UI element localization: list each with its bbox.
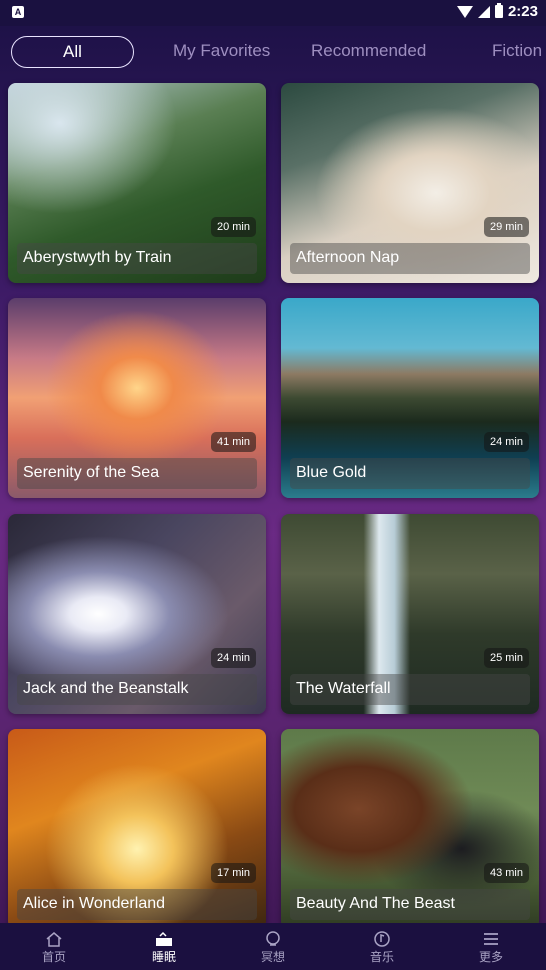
status-time: 2:23 (507, 3, 538, 20)
nav-label: 首页 (41, 950, 66, 964)
tab-fiction[interactable]: Fiction (492, 36, 542, 66)
story-card[interactable]: 17 min Alice in Wonderland (8, 729, 266, 929)
music-icon (374, 931, 390, 947)
duration-badge: 43 min (483, 863, 529, 883)
nav-sleep[interactable]: 睡眠 (124, 923, 204, 965)
duration-badge: 17 min (210, 863, 256, 883)
battery-icon (494, 3, 503, 18)
duration-badge: 24 min (483, 432, 529, 452)
duration-badge: 29 min (483, 217, 529, 237)
signal-icon (477, 5, 490, 18)
story-card[interactable]: 20 min Aberystwyth by Train (8, 83, 266, 283)
nav-music[interactable]: 音乐 (342, 923, 422, 965)
sleep-icon (156, 931, 172, 946)
story-card[interactable]: 24 min Blue Gold (281, 298, 539, 498)
story-card[interactable]: 24 min Jack and the Beanstalk (8, 514, 266, 714)
bottom-nav: 首页 睡眠 冥想 音乐 更多 (0, 923, 546, 970)
story-card[interactable]: 41 min Serenity of the Sea (8, 298, 266, 498)
nav-label: 冥想 (260, 950, 285, 964)
home-icon (46, 932, 62, 947)
tab-my-favorites[interactable]: My Favorites (173, 36, 270, 66)
card-title: Serenity of the Sea (23, 464, 160, 481)
card-title: Beauty And The Beast (296, 895, 455, 912)
nav-home[interactable]: 首页 (14, 923, 94, 965)
duration-badge: 25 min (483, 648, 529, 668)
tab-recommended[interactable]: Recommended (311, 36, 426, 66)
card-title: Aberystwyth by Train (23, 249, 172, 266)
story-card[interactable]: 29 min Afternoon Nap (281, 83, 539, 283)
card-title: Afternoon Nap (296, 249, 400, 266)
status-icons: 2:23 (456, 3, 538, 20)
duration-badge: 20 min (210, 217, 256, 237)
card-title: Blue Gold (296, 464, 367, 481)
story-card[interactable]: 43 min Beauty And The Beast (281, 729, 539, 929)
story-card[interactable]: 25 min The Waterfall (281, 514, 539, 714)
nav-meditation[interactable]: 冥想 (233, 923, 313, 965)
card-title: Alice in Wonderland (23, 895, 166, 912)
nav-label: 睡眠 (151, 950, 176, 964)
tab-all[interactable]: All (11, 36, 134, 68)
status-bar: A 2:23 (0, 0, 546, 26)
card-title: Jack and the Beanstalk (23, 680, 189, 697)
wifi-icon (456, 5, 473, 18)
nav-more[interactable]: 更多 (451, 923, 531, 965)
nav-label: 更多 (478, 950, 503, 964)
duration-badge: 24 min (210, 648, 256, 668)
category-tabs: All My Favorites Recommended Fiction (0, 36, 546, 70)
meditation-icon (266, 931, 280, 946)
nav-label: 音乐 (369, 950, 394, 964)
duration-badge: 41 min (210, 432, 256, 452)
notification-icon: A (12, 6, 24, 18)
card-title: The Waterfall (296, 680, 391, 697)
more-icon (484, 933, 498, 945)
